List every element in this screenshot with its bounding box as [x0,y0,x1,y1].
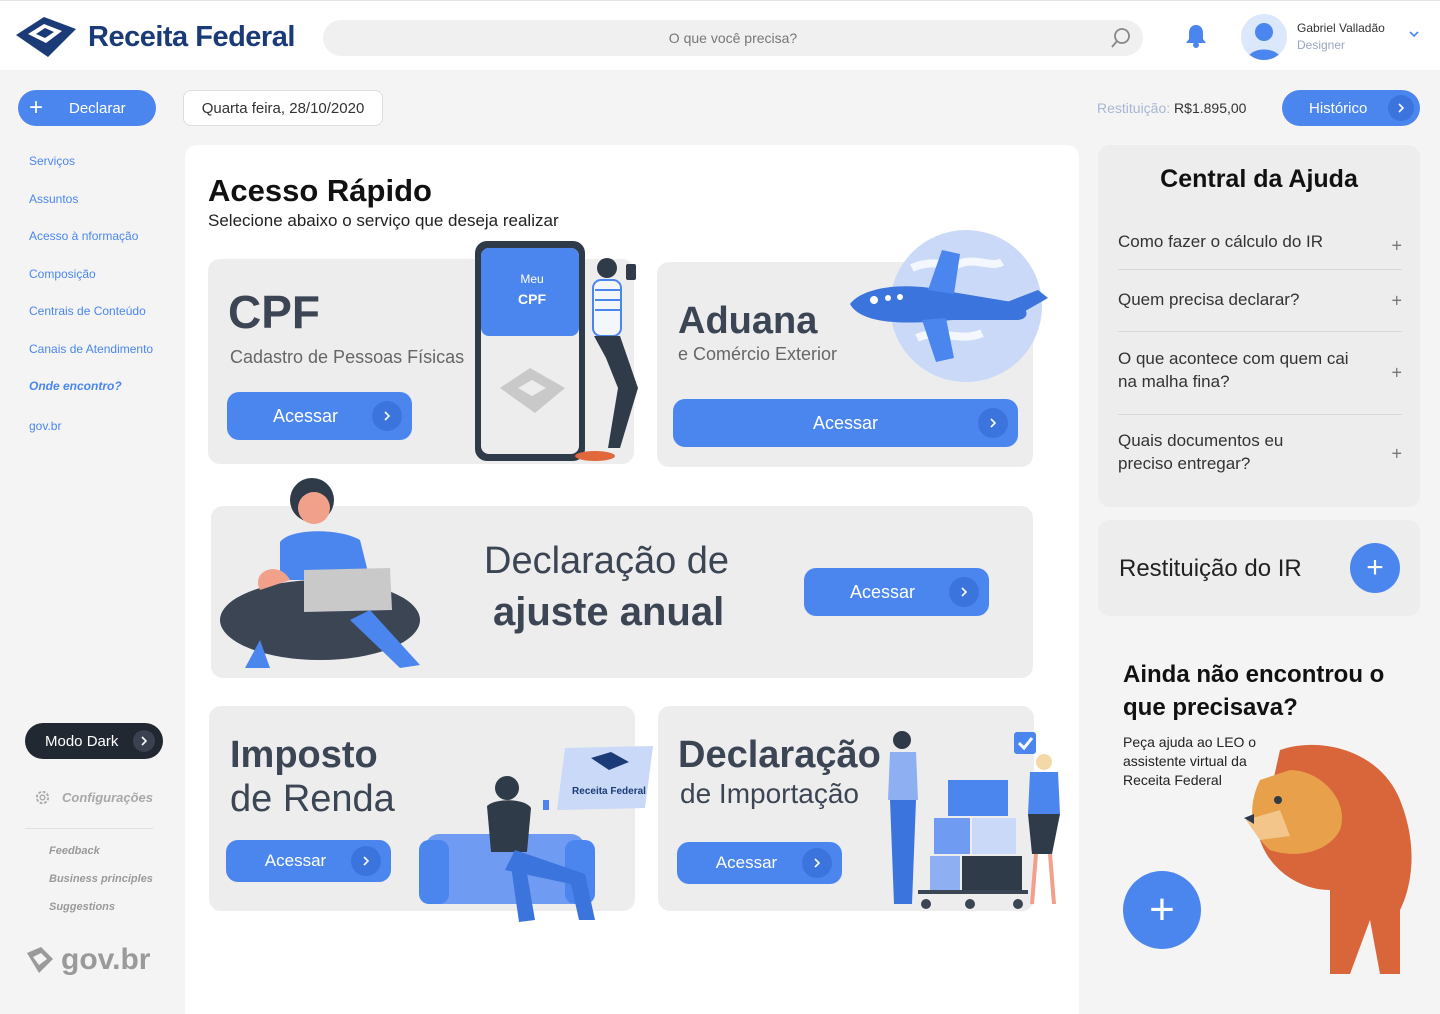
sidebar-item-canais[interactable]: Canais de Atendimento [29,342,153,356]
search-icon[interactable] [1109,26,1133,50]
user-name: Gabriel Valladão [1297,21,1385,35]
card-declaracao-line2: ajuste anual [493,590,725,634]
restituicao-value: R$1.895,00 [1174,100,1247,116]
chevron-right-icon [1388,95,1414,121]
declaracao-access-label: Acessar [849,581,916,602]
sidebar-item-acesso-informacao[interactable]: Acesso à nformação [29,229,138,243]
chevron-right-icon [949,577,979,607]
card-imposto-line2: de Renda [230,778,395,820]
dark-mode-toggle[interactable]: Modo Dark [25,723,163,759]
logo[interactable]: Receita Federal [14,15,295,59]
faq-item[interactable]: Quem precisa declarar? + [1118,270,1402,332]
faq-question: Quem precisa declarar? [1118,290,1300,309]
date-display: Quarta feira, 28/10/2020 [183,90,383,126]
plus-icon: + [28,94,43,121]
chevron-right-icon [978,408,1008,438]
lion-mascot-illustration [1244,744,1412,974]
card-importacao-line1: Declaração [678,734,881,776]
dark-mode-label: Modo Dark [45,732,119,750]
declaracao-access-button[interactable]: Acessar [804,568,989,616]
card-importacao-line2: de Importação [680,778,859,809]
card-imposto-line1: Imposto [230,734,378,776]
faq-question: Como fazer o cálculo do IR [1118,232,1324,251]
chevron-right-icon [351,846,381,876]
search-input[interactable] [323,20,1143,56]
sidebar-item-onde-encontro[interactable]: Onde encontro? [29,379,122,393]
airplane-globe-illustration [850,230,1048,382]
card-aduana-title: Aduana [678,300,818,342]
restituicao-card-label: Restituição do IR [1119,555,1302,582]
sidebar-item-servicos[interactable]: Serviços [29,154,75,168]
woman-laptop-illustration [220,478,420,668]
card-cpf-title: CPF [228,286,320,338]
sidebar-divider [25,828,153,829]
imposto-access-label: Acessar [264,851,327,870]
importacao-access-label: Acessar [715,853,778,872]
sidebar-item-centrais[interactable]: Centrais de Conteúdo [29,304,146,318]
historico-button[interactable]: Histórico [1282,90,1420,126]
govbr-logo[interactable]: gov.br [25,943,150,977]
card-declaracao-line1: Declaração de [484,540,730,582]
faq-item[interactable]: Quais documentos eu preciso entregar? + [1118,415,1402,493]
faq-question: O que acontece com quem cai na malha fin… [1118,349,1349,391]
gear-icon [35,790,50,805]
restituicao-card[interactable]: Restituição do IR + [1098,520,1420,616]
govbr-label: gov.br [61,943,151,976]
cpf-access-label: Acessar [272,405,339,426]
phone-label-meu: Meu [520,272,543,286]
feedback-link[interactable]: Feedback [49,845,100,857]
card-aduana-subtitle: e Comércio Exterior [678,344,838,364]
settings-label: Configurações [62,790,154,805]
historico-label: Histórico [1309,99,1368,117]
faq-item[interactable]: O que acontece com quem cai na malha fin… [1118,332,1402,415]
chevron-right-icon [802,848,832,878]
chevron-down-icon[interactable] [1408,29,1420,39]
chevron-right-icon [372,401,402,431]
faq-question: Quais documentos eu preciso entregar? [1118,431,1284,473]
cpf-access-button[interactable]: Acessar [227,392,412,440]
expand-plus-icon: + [1391,362,1402,383]
chevron-right-icon [133,730,155,752]
phone-label-cpf: CPF [518,291,546,307]
restituicao-label: Restituição: [1097,100,1171,116]
search-bar[interactable] [323,20,1143,56]
help-center: Central da Ajuda Como fazer o cálculo do… [1098,145,1420,507]
aduana-access-button[interactable]: Acessar [673,399,1018,447]
expand-plus-icon: + [1391,443,1402,464]
restituicao-summary: Restituição: R$1.895,00 [1097,100,1246,116]
top-bar: Receita Federal Gabriel Valladão Designe… [0,0,1440,70]
sign-label: Receita Federal [572,786,646,797]
settings-link[interactable]: Configurações [33,788,153,807]
sidebar-item-composicao[interactable]: Composição [29,267,96,281]
expand-plus-icon: + [1391,290,1402,310]
bell-icon[interactable] [1184,23,1208,49]
business-principles-link[interactable]: Business principles [49,873,153,885]
man-sofa-illustration: Receita Federal [419,746,653,922]
assistant-open-button[interactable]: + [1123,871,1201,949]
phone-illustration: Meu CPF [475,241,638,461]
declarar-button[interactable]: + Declarar [18,90,156,126]
help-title: Central da Ajuda [1160,165,1358,193]
sidebar-item-govbr[interactable]: gov.br [29,419,61,433]
user-role: Designer [1297,38,1346,52]
faq-item[interactable]: Como fazer o cálculo do IR + [1118,223,1402,270]
suggestions-link[interactable]: Suggestions [49,901,115,913]
brand-name: Receita Federal [88,20,295,53]
receita-logo-icon [16,17,76,57]
govbr-icon [27,947,53,973]
page-title: Acesso Rápido [208,173,432,208]
importacao-access-button[interactable]: Acessar [677,842,842,884]
card-cpf-subtitle: Cadastro de Pessoas Físicas [230,347,465,367]
assistant-title: Ainda não encontrou o que precisava? [1123,661,1385,721]
boxes-people-illustration [888,731,1060,909]
page-subtitle: Selecione abaixo o serviço que deseja re… [208,211,559,230]
user-avatar-icon [1247,23,1281,60]
declarar-label: Declarar [69,99,126,117]
restituicao-add-button[interactable]: + [1350,543,1400,593]
aduana-access-label: Acessar [812,412,879,433]
avatar[interactable] [1241,14,1287,60]
imposto-access-button[interactable]: Acessar [226,840,391,882]
sidebar-item-assuntos[interactable]: Assuntos [29,192,78,206]
expand-plus-icon: + [1391,235,1402,256]
